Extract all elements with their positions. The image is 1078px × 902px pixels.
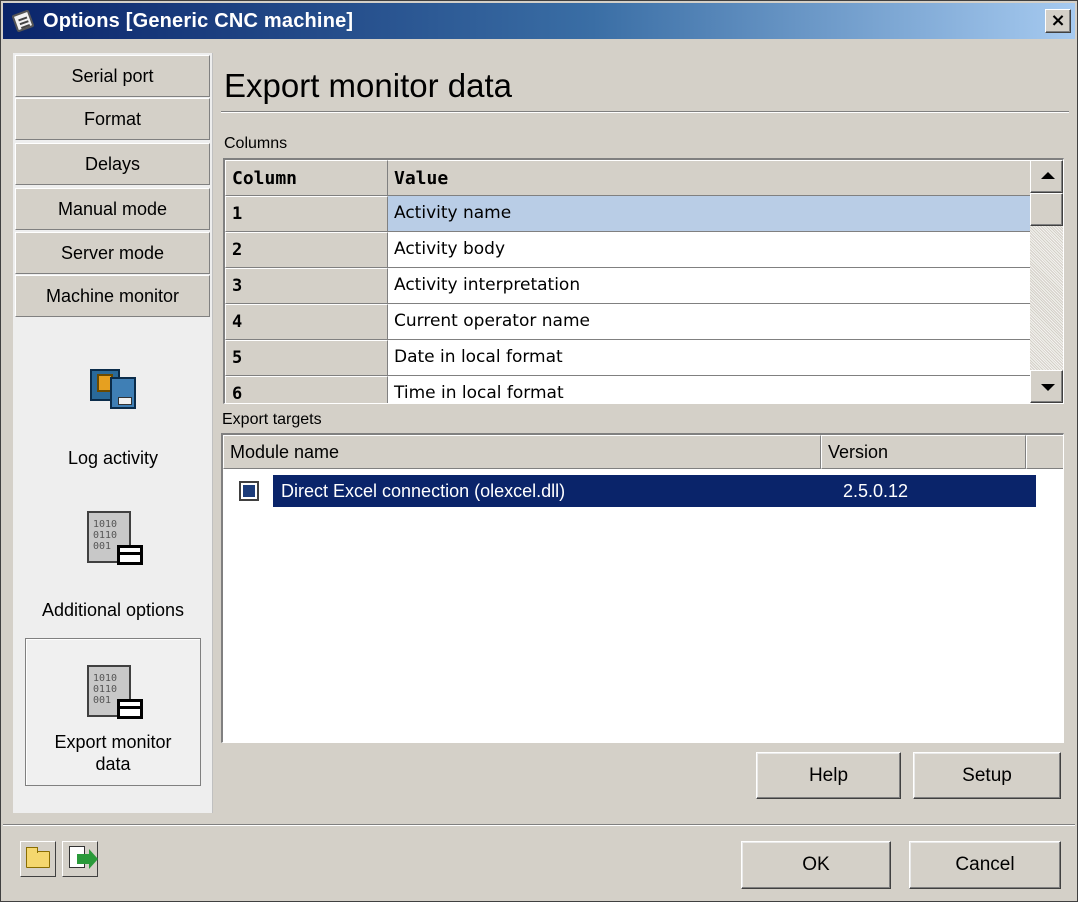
grid-row[interactable]: 2 Activity body	[225, 232, 1031, 268]
page-title: Export monitor data	[224, 67, 512, 104]
nav-item-label: Log activity	[67, 448, 159, 468]
grid-row-value[interactable]: Current operator name	[388, 304, 1031, 340]
help-button[interactable]: Help	[756, 752, 901, 799]
nav-item-export-monitor-data[interactable]: 1010 0110 001 Export monitor data	[25, 638, 201, 786]
grid-row[interactable]: 4 Current operator name	[225, 304, 1031, 340]
column-header-filler	[1026, 435, 1063, 469]
open-button[interactable]	[20, 841, 56, 877]
nav-manual-mode[interactable]: Manual mode	[15, 188, 210, 230]
grid-row-number: 6	[225, 376, 388, 403]
nav-item-label: Additional options	[41, 600, 185, 620]
arrow-down-icon	[1041, 384, 1055, 391]
ok-button[interactable]: OK	[741, 841, 891, 889]
options-window: Options [Generic CNC machine] × Serial p…	[0, 0, 1078, 902]
grid-row[interactable]: 1 Activity name	[225, 196, 1031, 232]
title-divider	[221, 111, 1069, 113]
log-activity-icon	[88, 367, 138, 413]
scroll-icon	[11, 8, 37, 34]
scroll-up-button[interactable]	[1030, 160, 1063, 193]
grid-row-value[interactable]: Activity body	[388, 232, 1031, 268]
window-title: Options [Generic CNC machine]	[43, 9, 354, 32]
list-item-selected[interactable]: Direct Excel connection (olexcel.dll) 2.…	[273, 475, 1036, 507]
columns-grid[interactable]: Column Value 1 Activity name 2 Activity …	[223, 158, 1064, 404]
grid-row[interactable]: 3 Activity interpretation	[225, 268, 1031, 304]
nav-machine-monitor[interactable]: Machine monitor	[15, 275, 210, 317]
export-targets-label: Export targets	[222, 411, 322, 428]
arrow-up-icon	[1041, 172, 1055, 179]
grid-row-value[interactable]: Activity name	[388, 196, 1031, 232]
close-button[interactable]: ×	[1045, 9, 1071, 33]
column-header-version[interactable]: Version	[821, 435, 1026, 469]
grid-row[interactable]: 5 Date in local format	[225, 340, 1031, 376]
setup-button[interactable]: Setup	[913, 752, 1061, 799]
scroll-down-button[interactable]	[1030, 370, 1063, 403]
grid-row[interactable]: 6 Time in local format	[225, 376, 1031, 403]
column-header-column[interactable]: Column	[225, 160, 388, 196]
grid-header: Column Value	[225, 160, 1031, 196]
nav-item-label: Export monitor data	[54, 732, 172, 774]
nav-server-mode[interactable]: Server mode	[15, 232, 210, 274]
module-name: Direct Excel connection (olexcel.dll)	[281, 481, 566, 501]
columns-label: Columns	[224, 135, 288, 152]
bottom-divider	[3, 824, 1075, 826]
open-folder-icon	[26, 847, 50, 868]
grid-row-number: 1	[225, 196, 388, 232]
nav-item-log-activity[interactable]: Log activity	[23, 367, 203, 469]
scroll-thumb[interactable]	[1030, 193, 1063, 226]
binary-document-icon: 1010 0110 001	[83, 663, 143, 725]
nav-format[interactable]: Format	[15, 98, 210, 140]
grid-vertical-scrollbar[interactable]	[1030, 160, 1063, 403]
grid-row-value[interactable]: Activity interpretation	[388, 268, 1031, 304]
grid-row-number: 5	[225, 340, 388, 376]
export-button[interactable]	[62, 841, 98, 877]
binary-document-icon: 1010 0110 001	[83, 509, 143, 571]
title-bar: Options [Generic CNC machine] ×	[3, 3, 1075, 39]
nav-delays[interactable]: Delays	[15, 143, 210, 185]
grid-row-number: 3	[225, 268, 388, 304]
column-header-module-name[interactable]: Module name	[223, 435, 821, 469]
left-navigation: Serial port Format Delays Manual mode Se…	[13, 53, 213, 813]
grid-row-value[interactable]: Time in local format	[388, 376, 1031, 403]
grid-row-number: 2	[225, 232, 388, 268]
nav-item-additional-options[interactable]: 1010 0110 001 Additional options	[23, 509, 203, 621]
grid-row-value[interactable]: Date in local format	[388, 340, 1031, 376]
nav-serial-port[interactable]: Serial port	[15, 55, 210, 97]
column-header-value[interactable]: Value	[388, 160, 1031, 196]
export-targets-list[interactable]: Module name Version Direct Excel connect…	[221, 433, 1064, 743]
grid-row-number: 4	[225, 304, 388, 340]
cancel-button[interactable]: Cancel	[909, 841, 1061, 889]
module-enabled-checkbox[interactable]	[239, 481, 259, 501]
module-version: 2.5.0.12	[843, 481, 909, 501]
